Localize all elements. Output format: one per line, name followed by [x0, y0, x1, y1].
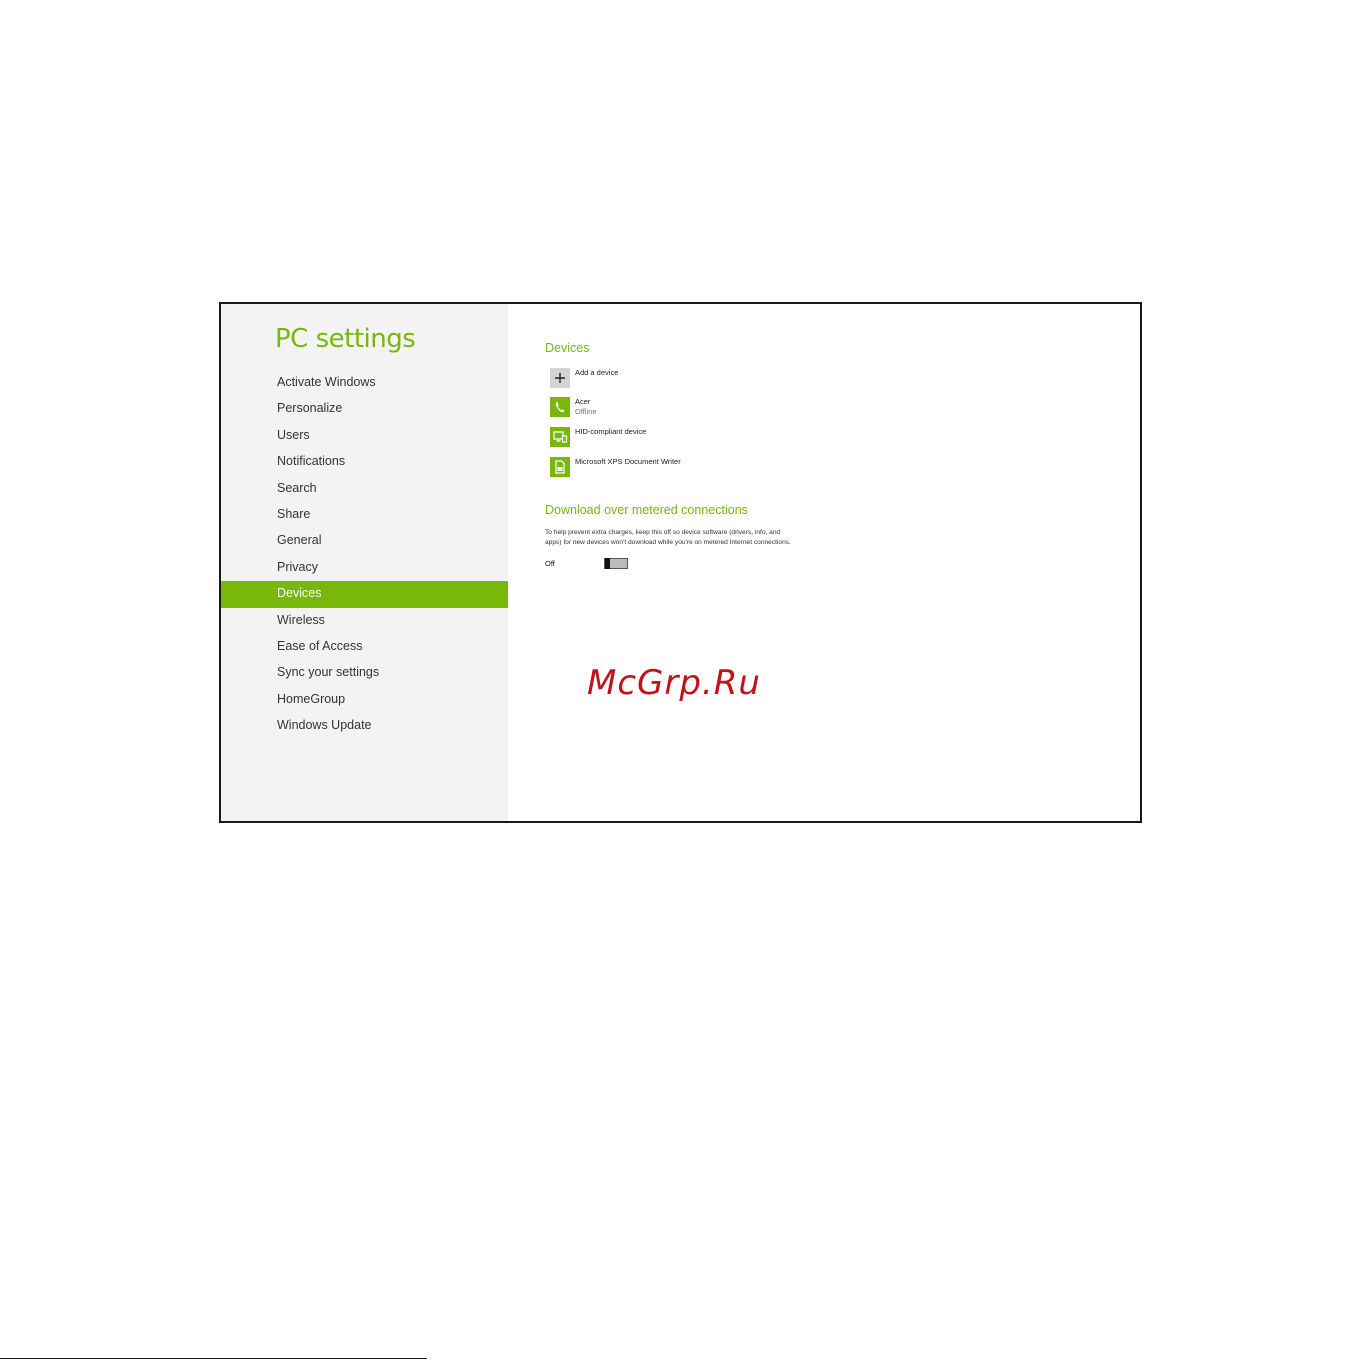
device-name: Microsoft XPS Document Writer	[575, 457, 681, 466]
sidebar-item-label: Users	[277, 427, 310, 442]
sidebar-item-notifications[interactable]: Notifications	[221, 449, 508, 475]
device-status: Offline	[575, 407, 597, 416]
sidebar-item-share[interactable]: Share	[221, 502, 508, 528]
sidebar-nav: Activate Windows Personalize Users Notif…	[221, 370, 508, 739]
sidebar-item-label: Windows Update	[277, 718, 372, 733]
sidebar-item-label: HomeGroup	[277, 691, 346, 706]
sidebar-item-activate-windows[interactable]: Activate Windows	[221, 370, 508, 396]
sidebar: PC settings Activate Windows Personalize…	[221, 304, 508, 821]
sidebar-item-users[interactable]: Users	[221, 423, 508, 449]
sidebar-item-label: Notifications	[277, 454, 346, 469]
sidebar-item-sync-your-settings[interactable]: Sync your settings	[221, 660, 508, 686]
page: PC settings Activate Windows Personalize…	[0, 0, 1361, 1361]
sidebar-item-label: Activate Windows	[277, 375, 376, 389]
add-icon	[550, 368, 570, 388]
sidebar-item-label: Search	[277, 480, 317, 495]
sidebar-item-label: Privacy	[277, 559, 318, 574]
sidebar-item-general[interactable]: General	[221, 528, 508, 554]
footer-divider	[0, 1358, 427, 1359]
phone-icon	[550, 397, 570, 417]
page-title: PC settings	[275, 324, 416, 354]
sidebar-item-windows-update[interactable]: Windows Update	[221, 713, 508, 739]
sidebar-item-label: Ease of Access	[277, 638, 363, 653]
sidebar-item-label: Personalize	[277, 401, 343, 416]
sidebar-item-label: Wireless	[277, 612, 325, 627]
sidebar-item-label: Devices	[277, 586, 322, 601]
sidebar-item-homegroup[interactable]: HomeGroup	[221, 687, 508, 713]
metered-description: To help prevent extra charges, keep this…	[545, 529, 791, 546]
sidebar-item-wireless[interactable]: Wireless	[221, 608, 508, 634]
sidebar-item-devices[interactable]: Devices	[221, 581, 508, 608]
watermark: McGrp.Ru	[587, 663, 761, 703]
metered-download-toggle[interactable]	[604, 558, 628, 569]
devices-section-title: Devices	[545, 341, 590, 355]
sidebar-item-label: Share	[277, 506, 311, 521]
pc-settings-window: PC settings Activate Windows Personalize…	[219, 302, 1142, 823]
sidebar-item-personalize[interactable]: Personalize	[221, 396, 508, 422]
devices-panel: Devices Add a device Acer Offline HID-co…	[508, 304, 1140, 821]
sidebar-item-label: Sync your settings	[277, 665, 380, 680]
add-device-label: Add a device	[575, 368, 619, 377]
monitor-device-icon	[550, 427, 570, 447]
sidebar-item-search[interactable]: Search	[221, 476, 508, 502]
toggle-state-label: Off	[545, 559, 555, 568]
sidebar-item-ease-of-access[interactable]: Ease of Access	[221, 634, 508, 660]
printer-document-icon	[550, 457, 570, 477]
toggle-thumb	[605, 558, 610, 569]
sidebar-item-label: General	[277, 533, 322, 548]
device-name: HID-compliant device	[575, 427, 647, 436]
sidebar-item-privacy[interactable]: Privacy	[221, 555, 508, 581]
metered-section-title: Download over metered connections	[545, 503, 748, 517]
device-name: Acer	[575, 397, 591, 406]
